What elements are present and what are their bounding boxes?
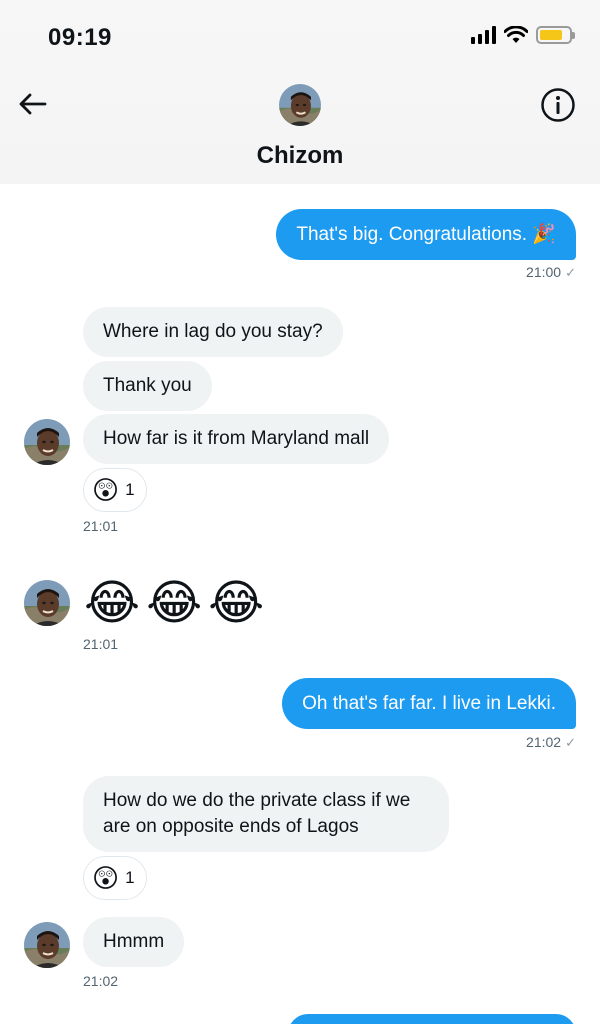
check-icon: ✓ [565, 265, 576, 280]
message-reaction[interactable]: 😲 1 [83, 856, 147, 900]
reaction-count: 1 [125, 868, 135, 887]
message-text: How do we do the private class if we are… [103, 790, 411, 837]
signal-icon [471, 26, 496, 44]
outgoing-message-partial[interactable] [288, 1014, 576, 1024]
battery-icon [536, 26, 575, 44]
message-text: How far is it from Maryland mall [103, 428, 370, 449]
emoji-message-text: 😂😂😂 [84, 577, 271, 630]
reaction-emoji: 😲 [92, 863, 120, 893]
back-arrow-icon [19, 93, 47, 115]
message-timestamp: 21:01 [83, 518, 119, 534]
message-text: That's big. Congratulations. 🎉 [296, 223, 556, 245]
message-timestamp: 21:00 ✓ [526, 264, 576, 280]
message-timestamp: 21:02 [83, 973, 119, 989]
message-text: Oh that's far far. I live in Lekki. [302, 692, 556, 714]
incoming-message[interactable]: How do we do the private class if we are… [83, 776, 449, 852]
wifi-icon [504, 26, 528, 43]
contact-avatar[interactable] [279, 84, 321, 126]
message-timestamp: 21:02 ✓ [526, 734, 576, 750]
incoming-message[interactable]: Thank you [83, 361, 212, 411]
message-timestamp: 21:01 [83, 636, 119, 652]
reaction-count: 1 [125, 480, 135, 499]
outgoing-message[interactable]: Oh that's far far. I live in Lekki. [282, 678, 576, 729]
emoji-message[interactable]: 😂😂😂 [84, 577, 270, 631]
message-text: Thank you [103, 375, 192, 396]
message-reaction[interactable]: 😲 1 [83, 468, 147, 512]
incoming-message[interactable]: How far is it from Maryland mall [83, 414, 390, 464]
status-icons [471, 26, 575, 44]
info-icon[interactable] [540, 87, 576, 123]
incoming-message[interactable]: Where in lag do you stay? [83, 307, 343, 357]
message-text: Where in lag do you stay? [103, 321, 323, 342]
status-time: 09:19 [48, 24, 112, 51]
sender-avatar[interactable] [24, 922, 70, 968]
outgoing-message[interactable]: That's big. Congratulations. 🎉 [276, 209, 576, 260]
contact-name[interactable]: Chizom [0, 142, 600, 170]
incoming-message[interactable]: Hmmm [83, 917, 185, 967]
message-text: Hmmm [103, 931, 165, 952]
reaction-emoji: 😲 [92, 475, 120, 505]
check-icon: ✓ [565, 735, 576, 750]
sender-avatar[interactable] [24, 580, 70, 626]
sender-avatar[interactable] [24, 419, 70, 465]
chat-header: 09:19 Chizom [0, 0, 600, 184]
back-button[interactable] [14, 86, 50, 122]
